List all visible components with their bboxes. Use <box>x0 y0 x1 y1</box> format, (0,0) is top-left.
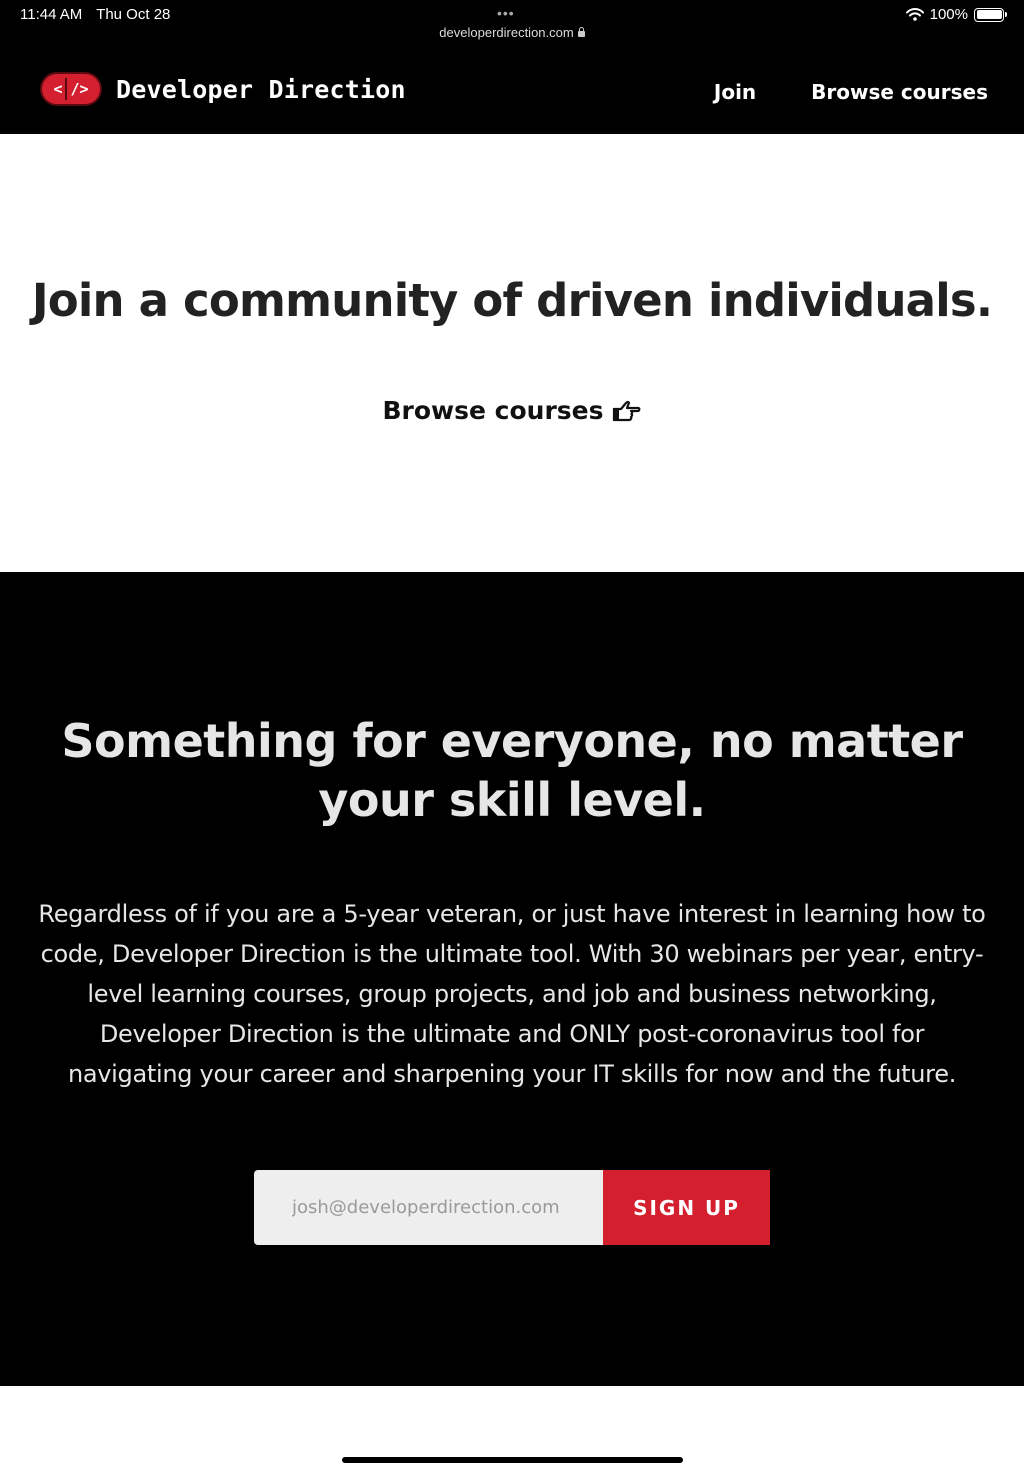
status-bar: 11:44 AM Thu Oct 28 ••• developerdirecti… <box>0 0 1024 46</box>
hero-link-label: Browse courses <box>382 396 604 425</box>
status-time-date: 11:44 AM Thu Oct 28 <box>20 6 180 23</box>
hero-browse-courses-link[interactable]: Browse courses <box>0 396 1024 425</box>
hero-section: Join a community of driven individuals. … <box>0 134 1024 572</box>
email-field[interactable] <box>254 1170 603 1245</box>
status-indicators: 100% <box>905 6 1007 23</box>
site-navbar: < /> Developer Direction Join Browse cou… <box>0 46 1024 134</box>
battery-icon <box>974 7 1007 22</box>
status-time: 11:44 AM <box>20 6 83 23</box>
pointing-hand-icon <box>612 398 642 424</box>
home-indicator[interactable] <box>342 1457 683 1463</box>
brand-home-link[interactable]: < /> Developer Direction <box>40 72 406 106</box>
url-text: developerdirection.com <box>439 25 574 40</box>
hero-title: Join a community of driven individuals. <box>31 274 993 327</box>
brand-name: Developer Direction <box>116 74 406 104</box>
logo-divider <box>65 78 68 100</box>
features-title: Something for everyone, no matter your s… <box>61 714 963 827</box>
battery-percent: 100% <box>929 6 968 23</box>
features-description: Regardless of if you are a 5-year vetera… <box>38 900 986 1088</box>
nav-join-link[interactable]: Join <box>714 80 756 104</box>
lock-icon <box>577 27 585 37</box>
logo-left-bracket: < <box>53 80 63 98</box>
status-date: Thu Oct 28 <box>96 6 171 23</box>
nav-browse-courses-link[interactable]: Browse courses <box>811 80 988 104</box>
nav-links: Join Browse courses <box>714 80 988 104</box>
signup-form: SIGN UP <box>254 1170 770 1245</box>
address-bar[interactable]: developerdirection.com <box>0 25 1024 40</box>
logo-right-bracket: /> <box>70 80 89 98</box>
wifi-icon <box>905 8 924 21</box>
features-section: Something for everyone, no matter your s… <box>0 572 1024 1386</box>
sign-up-button[interactable]: SIGN UP <box>603 1170 770 1245</box>
browser-menu-dots[interactable]: ••• <box>497 5 515 21</box>
code-logo-icon: < /> <box>40 72 102 106</box>
